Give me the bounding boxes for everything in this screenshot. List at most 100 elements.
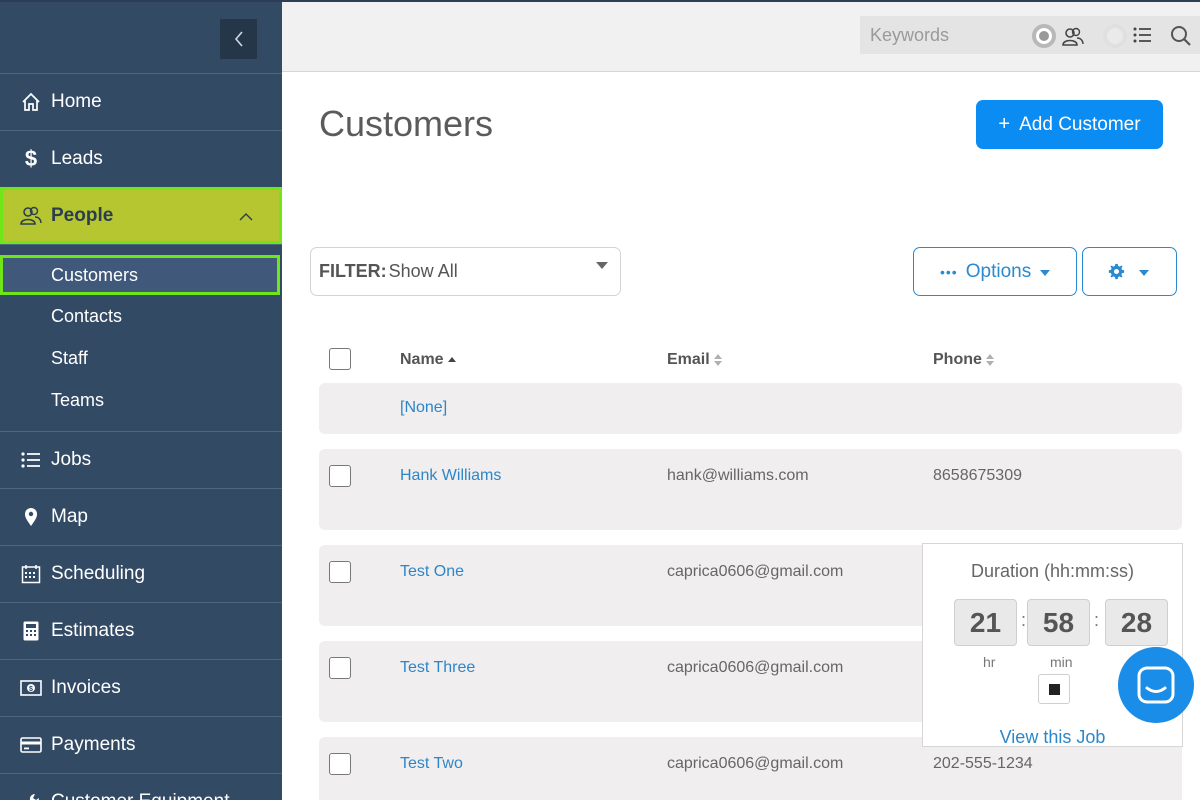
list-icon	[1133, 25, 1155, 47]
add-customer-label: Add Customer	[1019, 113, 1141, 135]
dollar-icon: $	[24, 146, 38, 171]
sidebar-item-people[interactable]: People	[0, 187, 282, 244]
sidebar-item-label: Invoices	[51, 677, 121, 698]
column-header-email[interactable]: Email	[667, 351, 722, 369]
sidebar-subitem-teams[interactable]: Teams	[0, 379, 282, 421]
sidebar-subitem-staff[interactable]: Staff	[0, 337, 282, 379]
column-header-name[interactable]: Name	[400, 351, 456, 369]
row-checkbox[interactable]	[329, 657, 351, 679]
row-checkbox[interactable]	[329, 465, 351, 487]
sidebar-subitem-contacts[interactable]: Contacts	[0, 295, 282, 337]
timer-separator: :	[1021, 610, 1027, 630]
customer-email: hank@williams.com	[667, 467, 809, 484]
options-button[interactable]: ••• Options	[913, 247, 1077, 296]
chat-launcher-button[interactable]	[1118, 647, 1194, 723]
customer-phone: 8658675309	[933, 467, 1022, 484]
table-row: [None]	[319, 383, 1182, 434]
sidebar: Home $ Leads People Customers Contacts S…	[0, 0, 282, 800]
sidebar-subitem-customers[interactable]: Customers	[0, 255, 280, 295]
caret-down-icon	[596, 262, 608, 269]
table-row: Hank Williams hank@williams.com 86586753…	[319, 449, 1182, 530]
gear-icon	[1108, 263, 1125, 285]
customer-name-link[interactable]: Test Two	[400, 755, 463, 773]
home-icon	[20, 91, 42, 113]
add-customer-button[interactable]: + Add Customer	[976, 100, 1163, 149]
column-header-phone[interactable]: Phone	[933, 351, 994, 369]
customer-phone: 202-555-1234	[933, 755, 1033, 772]
sidebar-item-invoices[interactable]: $ Invoices	[0, 659, 282, 716]
credit-card-icon	[20, 734, 42, 756]
customer-name-link[interactable]: Hank Williams	[400, 467, 501, 485]
column-header-label: Name	[400, 351, 444, 368]
filter-value: Show All	[388, 261, 458, 281]
timer-hr-label: hr	[983, 654, 996, 670]
search-jobs-radio[interactable]	[1103, 24, 1127, 48]
calculator-icon	[20, 620, 42, 642]
column-header-label: Email	[667, 351, 710, 368]
top-bar	[282, 0, 1200, 72]
customer-email: caprica0606@gmail.com	[667, 659, 844, 676]
select-all-checkbox[interactable]	[329, 348, 351, 370]
settings-button[interactable]	[1082, 247, 1177, 296]
filter-label: FILTER:	[319, 261, 387, 281]
sidebar-item-label: People	[51, 204, 114, 226]
search-people-radio[interactable]	[1032, 24, 1056, 48]
sort-icon	[985, 354, 994, 366]
sidebar-item-home[interactable]: Home	[0, 73, 282, 130]
sidebar-item-estimates[interactable]: Estimates	[0, 602, 282, 659]
money-icon: $	[20, 677, 42, 699]
map-pin-icon	[20, 506, 42, 528]
customer-email: caprica0606@gmail.com	[667, 563, 844, 580]
search-box	[860, 16, 1200, 54]
options-label: Options	[965, 260, 1032, 282]
page-title: Customers	[319, 103, 494, 144]
sidebar-item-label: Customer Equipment	[51, 791, 229, 800]
caret-down-icon	[1139, 270, 1149, 276]
timer-separator: :	[1094, 610, 1100, 630]
people-submenu: Customers Contacts Staff Teams	[0, 244, 282, 431]
sidebar-item-label: Payments	[51, 734, 136, 755]
collapse-sidebar-button[interactable]	[220, 19, 257, 59]
search-input[interactable]	[870, 23, 1020, 47]
sidebar-nav: Home $ Leads People Customers Contacts S…	[0, 73, 282, 800]
sidebar-item-payments[interactable]: Payments	[0, 716, 282, 773]
column-header-label: Phone	[933, 351, 982, 368]
sidebar-item-leads[interactable]: $ Leads	[0, 130, 282, 187]
sidebar-item-scheduling[interactable]: Scheduling	[0, 545, 282, 602]
timer-min-label: min	[1050, 654, 1073, 670]
sidebar-item-customer-equipment[interactable]: Customer Equipment	[0, 773, 282, 800]
sidebar-item-label: Jobs	[51, 449, 92, 470]
sort-asc-icon	[447, 356, 456, 364]
sidebar-item-label: Leads	[51, 148, 103, 169]
stop-icon	[1048, 683, 1060, 695]
chevron-left-icon	[234, 31, 243, 47]
timer-minutes: 58	[1027, 599, 1090, 646]
row-checkbox[interactable]	[329, 753, 351, 775]
sidebar-item-map[interactable]: Map	[0, 488, 282, 545]
calendar-icon	[20, 563, 42, 585]
chat-icon	[1137, 666, 1175, 704]
wrench-icon	[20, 791, 42, 800]
sidebar-item-label: Estimates	[51, 620, 135, 641]
search-icon[interactable]	[1170, 25, 1192, 47]
ellipsis-icon: •••	[940, 263, 958, 280]
sidebar-item-label: Scheduling	[51, 563, 146, 584]
timer-hours: 21	[954, 599, 1017, 646]
plus-icon: +	[998, 113, 1011, 135]
sort-icon	[713, 354, 722, 366]
chevron-up-icon	[239, 206, 253, 228]
filter-select[interactable]: FILTER: Show All	[310, 247, 621, 296]
timer-seconds: 28	[1105, 599, 1168, 646]
customer-name-link[interactable]: Test One	[400, 563, 464, 581]
row-checkbox[interactable]	[329, 561, 351, 583]
sidebar-item-label: Map	[51, 506, 88, 527]
view-job-link[interactable]: View this Job	[923, 727, 1182, 748]
svg-text:$: $	[29, 686, 33, 693]
sidebar-item-label: Home	[51, 91, 102, 112]
people-icon	[20, 205, 42, 227]
customer-email: caprica0606@gmail.com	[667, 755, 844, 772]
customer-name-link[interactable]: [None]	[400, 399, 447, 417]
stop-timer-button[interactable]	[1038, 674, 1070, 704]
customer-name-link[interactable]: Test Three	[400, 659, 475, 677]
sidebar-item-jobs[interactable]: Jobs	[0, 431, 282, 488]
